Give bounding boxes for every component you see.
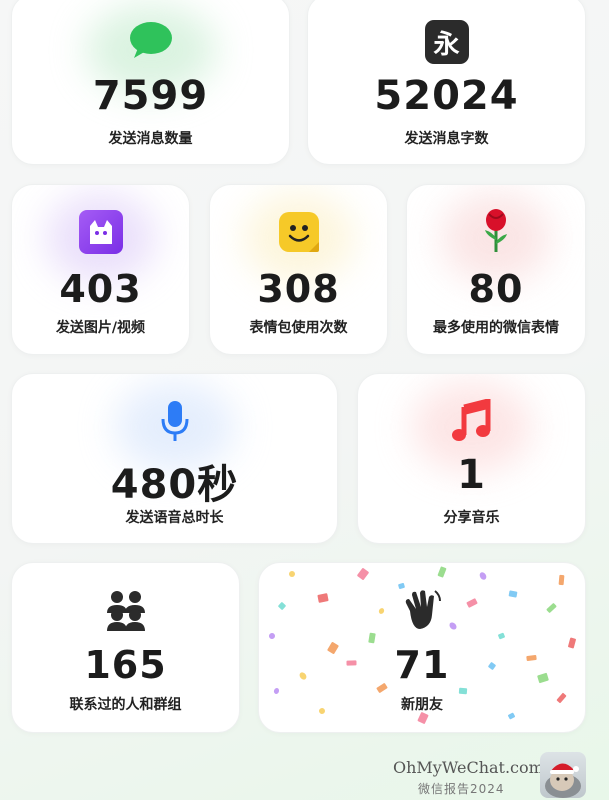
- voice-value: 480秒: [110, 462, 239, 508]
- characters-card: 永 52024 发送消息字数: [307, 0, 586, 165]
- messages-value: 7599: [92, 73, 209, 119]
- music-value: 1: [457, 452, 486, 498]
- contacts-value: 165: [84, 643, 167, 687]
- chat-bubble-icon: [128, 20, 174, 60]
- contacts-label: 联系过的人和群组: [69, 697, 182, 713]
- rose-icon: [474, 207, 518, 255]
- microphone-icon: [160, 399, 190, 443]
- stickers-label: 表情包使用次数: [249, 320, 348, 336]
- confetti-piece: [546, 602, 557, 614]
- confetti-piece: [508, 590, 518, 598]
- emoji-label: 最多使用的微信表情: [433, 320, 559, 336]
- confetti-piece: [478, 571, 488, 581]
- music-label: 分享音乐: [443, 510, 500, 526]
- yong-character-icon: 永: [424, 20, 469, 64]
- confetti-piece: [497, 632, 506, 640]
- media-value: 403: [59, 267, 142, 311]
- confetti-piece: [437, 566, 447, 578]
- avatar[interactable]: [540, 752, 586, 798]
- music-note-icon: [450, 399, 494, 443]
- confetti-piece: [317, 593, 329, 603]
- smiley-sticker-icon: [277, 210, 321, 254]
- voice-card: 480秒 发送语音总时长: [11, 373, 338, 544]
- footer-site[interactable]: OhMyWeChat.com: [393, 758, 544, 777]
- confetti-piece: [289, 571, 295, 577]
- friends-card: 71 新朋友: [258, 562, 586, 733]
- confetti-piece: [448, 621, 458, 631]
- emoji-card: 80 最多使用的微信表情: [406, 184, 586, 355]
- characters-value: 52024: [374, 73, 519, 119]
- confetti-piece: [377, 607, 386, 615]
- waving-hand-icon: [402, 589, 442, 631]
- messages-label: 发送消息数量: [108, 131, 193, 147]
- photo-cat-icon: [78, 210, 123, 254]
- yong-glyph: 永: [433, 29, 460, 60]
- confetti-piece: [558, 574, 565, 586]
- confetti-piece: [368, 632, 376, 644]
- voice-label: 发送语音总时长: [125, 510, 224, 526]
- confetti-piece: [268, 632, 276, 640]
- messages-card: 7599 发送消息数量: [11, 0, 290, 165]
- stickers-card: 308 表情包使用次数: [209, 184, 388, 355]
- group-people-icon: [104, 587, 148, 631]
- music-card: 1 分享音乐: [357, 373, 586, 544]
- footer-subtitle: 微信报告2024: [418, 782, 505, 796]
- confetti-piece: [466, 598, 478, 608]
- confetti-piece: [356, 567, 370, 581]
- stickers-value: 308: [257, 267, 340, 311]
- emoji-value: 80: [468, 267, 524, 311]
- confetti-piece: [277, 601, 287, 611]
- media-label: 发送图片/视频: [55, 320, 146, 336]
- characters-label: 发送消息字数: [404, 131, 489, 147]
- media-card: 403 发送图片/视频: [11, 184, 190, 355]
- friends-label: 新朋友: [401, 697, 443, 713]
- friends-value: 71: [394, 643, 450, 687]
- contacts-card: 165 联系过的人和群组: [11, 562, 240, 733]
